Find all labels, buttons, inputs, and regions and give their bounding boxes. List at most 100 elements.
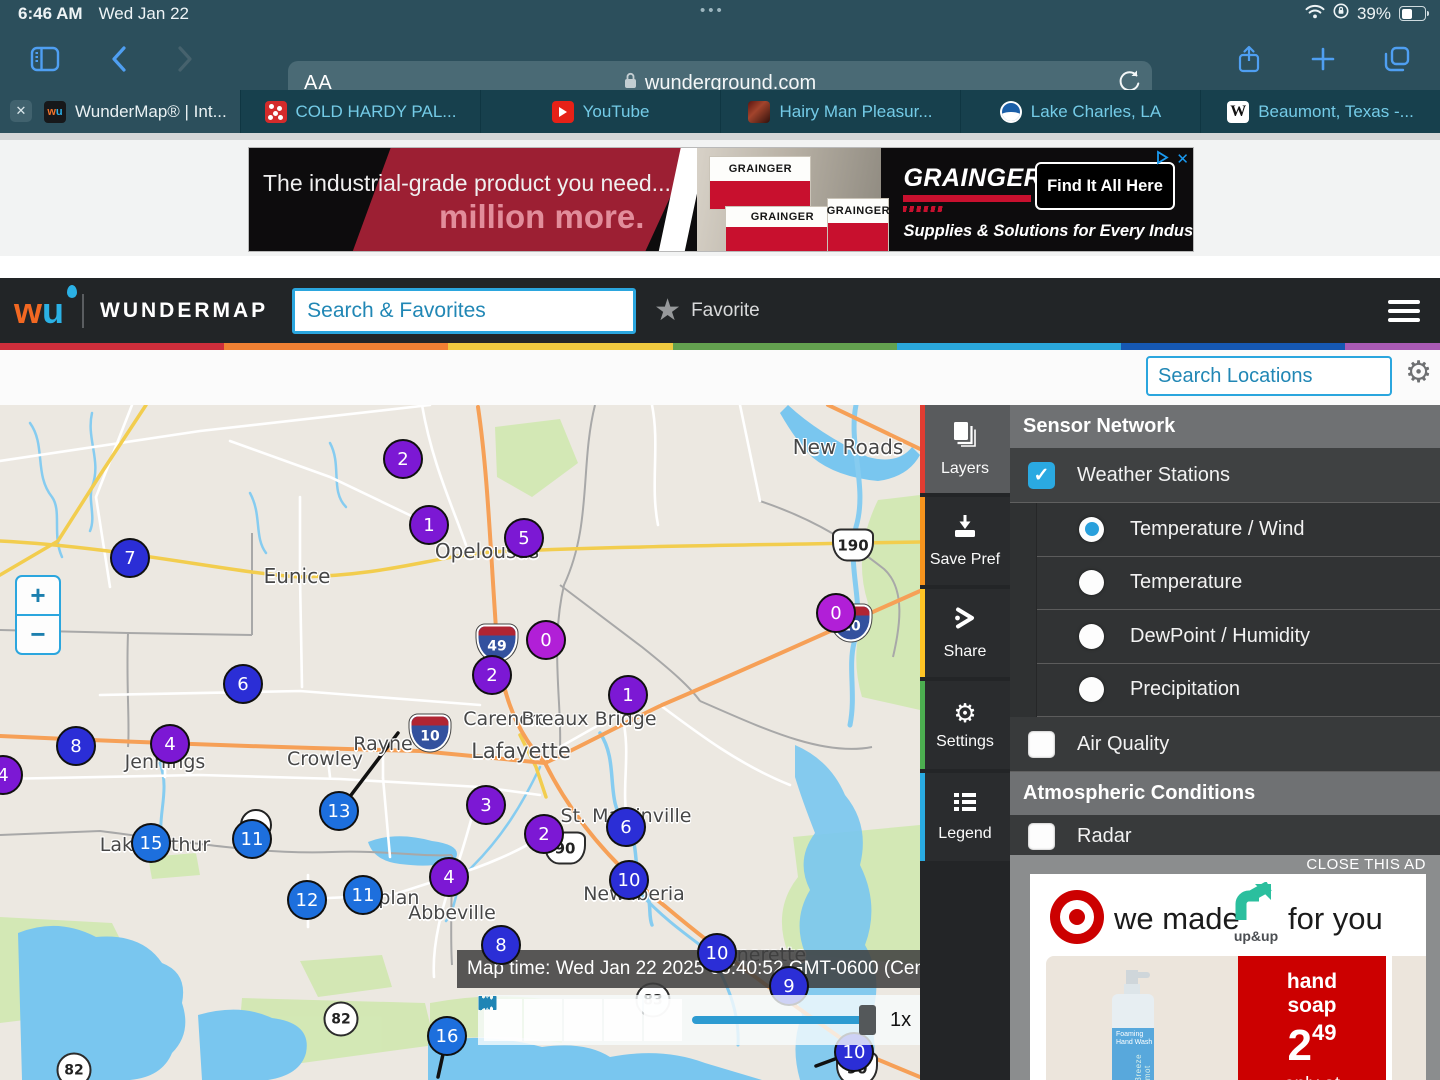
- zoom-out-button[interactable]: −: [17, 616, 59, 653]
- station-cluster-marker[interactable]: 1: [409, 505, 449, 545]
- find-it-all-here-button[interactable]: Find It All Here: [1035, 162, 1175, 210]
- play-button[interactable]: [564, 999, 602, 1041]
- tabs-overview-icon[interactable]: [1380, 42, 1414, 76]
- tab-title: Beaumont, Texas -...: [1258, 102, 1414, 122]
- station-cluster-marker[interactable]: 0: [526, 620, 566, 660]
- option-temperature[interactable]: Temperature: [1037, 557, 1440, 611]
- option-label: Precipitation: [1130, 678, 1240, 701]
- ad-close-icon[interactable]: ✕: [1176, 150, 1189, 169]
- station-cluster-marker[interactable]: 5: [504, 518, 544, 558]
- station-cluster-marker[interactable]: 10: [697, 933, 737, 973]
- share-icon[interactable]: [1232, 42, 1266, 76]
- rail-button-settings[interactable]: ⚙ Settings: [920, 681, 1010, 769]
- rail-button-layers[interactable]: Layers: [920, 405, 1010, 493]
- favorite-button[interactable]: ★ Favorite: [654, 293, 760, 328]
- fast-forward-button[interactable]: [604, 999, 642, 1041]
- rainbow-segment: [224, 343, 448, 350]
- station-cluster-marker[interactable]: 2: [383, 439, 423, 479]
- radar-row[interactable]: Radar: [1010, 815, 1440, 859]
- search-locations-input[interactable]: [1146, 356, 1392, 396]
- rail-label: Legend: [938, 825, 991, 843]
- price-dollars: 2: [1288, 1021, 1312, 1070]
- radar-label: Radar: [1077, 825, 1131, 848]
- tab-youtube[interactable]: YouTube: [480, 90, 720, 133]
- youtube-favicon: [552, 101, 574, 123]
- station-cluster-marker[interactable]: 10: [609, 860, 649, 900]
- station-cluster-marker[interactable]: 4: [150, 724, 190, 764]
- slider-handle[interactable]: [859, 1005, 876, 1035]
- station-cluster-marker[interactable]: 1: [608, 675, 648, 715]
- air-quality-row[interactable]: Air Quality: [1010, 717, 1440, 772]
- header-divider: [82, 294, 84, 328]
- product-name: hand: [1287, 970, 1337, 993]
- ad-warehouse-photo: GRAINGER GRAINGER GRAINGER: [697, 148, 881, 251]
- weather-map[interactable]: New RoadsOpelousasEuniceCarencroBreaux B…: [0, 405, 920, 1080]
- road-shield-190: 190: [832, 529, 874, 562]
- skip-end-button[interactable]: [644, 999, 682, 1041]
- map-control-rail: Layers Save Pref Share ⚙ Settings Legend: [920, 405, 1010, 1080]
- tab-beaumont[interactable]: W Beaumont, Texas -...: [1200, 90, 1440, 133]
- rail-strip: [920, 773, 925, 861]
- rail-label: Layers: [941, 460, 989, 478]
- grainger-banner-ad[interactable]: GRAINGER GRAINGER GRAINGER The industria…: [248, 147, 1194, 252]
- station-cluster-marker[interactable]: 13: [319, 791, 359, 831]
- menu-icon[interactable]: [1388, 300, 1420, 327]
- station-cluster-marker[interactable]: 6: [223, 664, 263, 704]
- tab-hairy-man[interactable]: Hairy Man Pleasur...: [720, 90, 960, 133]
- station-cluster-marker[interactable]: 6: [606, 807, 646, 847]
- option-dewpoint-humidity[interactable]: DewPoint / Humidity: [1037, 610, 1440, 664]
- close-this-ad-button[interactable]: CLOSE THIS AD: [1306, 856, 1426, 873]
- rewind-button[interactable]: [524, 999, 562, 1041]
- forward-icon[interactable]: [168, 42, 202, 76]
- adchoices-icon[interactable]: [1155, 150, 1170, 169]
- tab-lake-charles[interactable]: Lake Charles, LA: [960, 90, 1200, 133]
- station-cluster-marker[interactable]: 8: [56, 726, 96, 766]
- station-cluster-marker[interactable]: 2: [524, 814, 564, 854]
- station-cluster-marker[interactable]: 7: [110, 538, 150, 578]
- search-favorites-input[interactable]: [292, 288, 636, 334]
- wu-logo[interactable]: wu: [14, 293, 64, 329]
- ad-price-panel: handsoap 249 only at: [1238, 956, 1386, 1080]
- station-cluster-marker[interactable]: 4: [429, 857, 469, 897]
- radio-unselected[interactable]: [1079, 624, 1104, 649]
- tab-wundermap[interactable]: ✕ wu WunderMap® | Int...: [0, 90, 240, 133]
- station-cluster-marker[interactable]: 0: [816, 593, 856, 633]
- rail-button-legend[interactable]: Legend: [920, 773, 1010, 861]
- back-icon[interactable]: [102, 42, 136, 76]
- tab-cold-hardy[interactable]: COLD HARDY PAL...: [240, 90, 480, 133]
- close-tab-icon[interactable]: ✕: [10, 100, 32, 122]
- station-cluster-marker[interactable]: 11: [343, 875, 383, 915]
- radio-unselected[interactable]: [1079, 677, 1104, 702]
- palm-site-favicon: [265, 101, 287, 123]
- panel-ad-zone: CLOSE THIS AD we made up&up for you Foam…: [1010, 855, 1440, 1080]
- station-cluster-marker[interactable]: 2: [472, 655, 512, 695]
- station-cluster-marker[interactable]: 8: [481, 925, 521, 965]
- station-cluster-marker[interactable]: 12: [287, 880, 327, 920]
- radio-selected[interactable]: [1079, 517, 1104, 542]
- rail-button-share[interactable]: Share: [920, 589, 1010, 677]
- new-tab-icon[interactable]: [1306, 42, 1340, 76]
- rainbow-segment: [1345, 343, 1440, 350]
- target-ad-card[interactable]: we made up&up for you Foaming Hand Wash …: [1030, 874, 1426, 1080]
- weather-stations-row[interactable]: ✓ Weather Stations: [1010, 448, 1440, 503]
- map-settings-gear-icon[interactable]: ⚙: [1405, 358, 1432, 388]
- station-cluster-marker[interactable]: 3: [466, 785, 506, 825]
- rail-button-save-pref[interactable]: Save Pref: [920, 497, 1010, 585]
- station-cluster-marker[interactable]: 11: [232, 819, 272, 859]
- station-cluster-marker[interactable]: 15: [131, 823, 171, 863]
- timeline-slider[interactable]: [692, 1016, 868, 1024]
- rail-strip: [920, 497, 925, 585]
- zoom-in-button[interactable]: +: [17, 577, 59, 616]
- banner-ad-zone: GRAINGER GRAINGER GRAINGER The industria…: [0, 140, 1440, 256]
- radio-unselected[interactable]: [1079, 570, 1104, 595]
- hairy-man-favicon: [748, 101, 770, 123]
- sidebar-toggle-icon[interactable]: [28, 42, 62, 76]
- air-quality-checkbox[interactable]: [1028, 731, 1055, 758]
- option-temperature-wind[interactable]: Temperature / Wind: [1037, 503, 1440, 557]
- weather-stations-checkbox[interactable]: ✓: [1028, 462, 1055, 489]
- option-precipitation[interactable]: Precipitation: [1037, 664, 1440, 718]
- rainbow-segment: [897, 343, 1121, 350]
- map-city-label: Lafayette: [471, 739, 571, 763]
- station-cluster-marker[interactable]: 16: [427, 1016, 467, 1056]
- radar-checkbox[interactable]: [1028, 823, 1055, 850]
